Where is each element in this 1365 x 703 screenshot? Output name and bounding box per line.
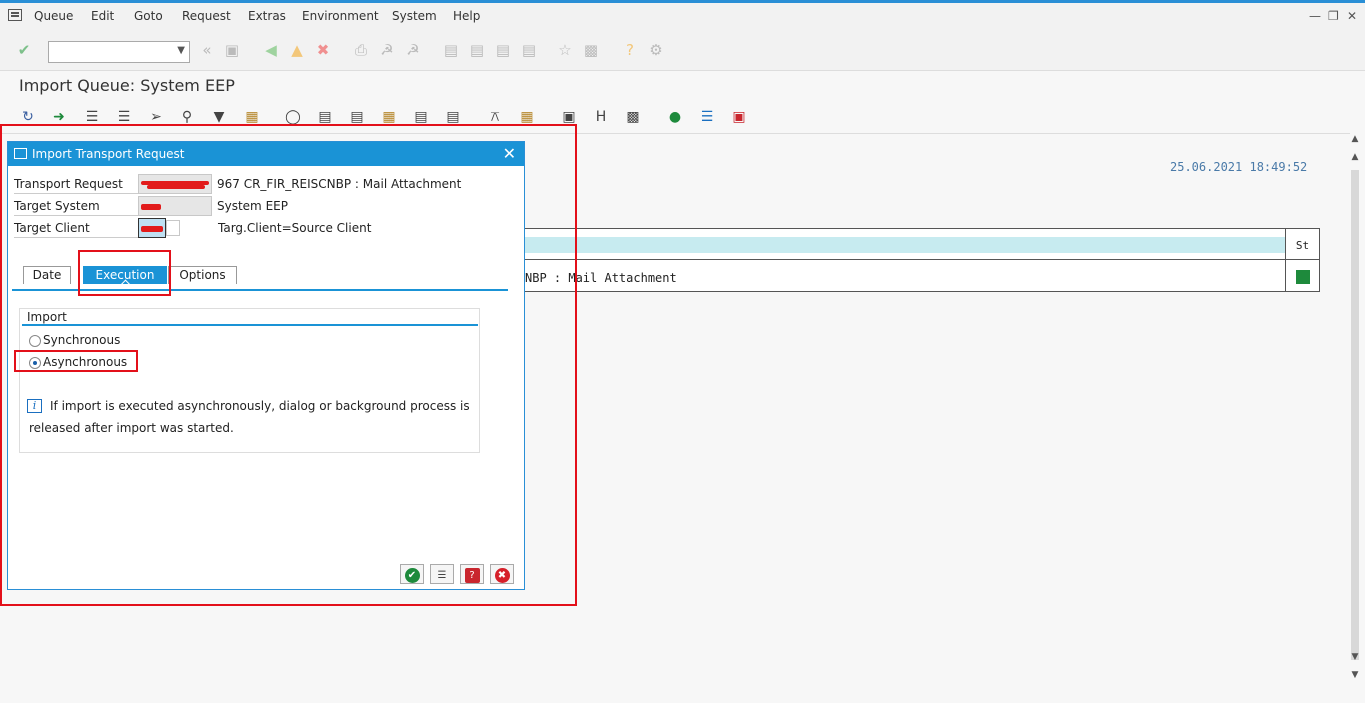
target-system-field[interactable]: [138, 196, 212, 216]
command-field[interactable]: ▼: [48, 41, 190, 63]
info-icon: i: [27, 399, 42, 413]
help-book-icon[interactable]: ▣: [730, 108, 748, 126]
schedule-button[interactable]: ☰: [430, 564, 454, 584]
menu-bar: Queue Edit Goto Request Extras Environme…: [0, 3, 1365, 29]
standard-toolbar: ✔ ▼ « ▣ ◀ ▲ ✖ ⎙ ☭ ☭ ▤ ▤ ▤ ▤ ☆ ▩ ? ⚙: [0, 29, 1365, 71]
save-icon[interactable]: ▣: [223, 41, 241, 59]
shortcut-icon[interactable]: ▩: [582, 41, 600, 59]
redaction-mark: [141, 204, 161, 210]
scrollbar-thumb[interactable]: [1351, 170, 1359, 660]
scroll-up-icon[interactable]: ▲: [1349, 134, 1361, 144]
maximize-icon[interactable]: ❐: [1328, 9, 1339, 23]
scroll-up-icon-2[interactable]: ▲: [1349, 152, 1361, 162]
transport-request-label: Transport Request: [14, 176, 142, 194]
menu-request[interactable]: Request: [182, 9, 231, 23]
import-group-title: Import: [27, 310, 67, 324]
status-cell: [1285, 259, 1319, 292]
transport-request-desc: 967 CR_FIR_REISCNBP : Mail Attachment: [217, 177, 462, 191]
highlight-execution-tab: [78, 250, 171, 296]
confirm-button[interactable]: ✔: [400, 564, 424, 584]
network-icon[interactable]: ▩: [624, 108, 642, 126]
tab-options[interactable]: Options: [168, 266, 237, 284]
find-next-icon[interactable]: ☭: [404, 41, 422, 59]
row-divider: [521, 259, 1319, 260]
dialog-title: Import Transport Request: [32, 147, 185, 161]
close-window-icon[interactable]: ✕: [1347, 9, 1357, 23]
transport-request-field[interactable]: [138, 174, 212, 194]
exit-icon[interactable]: ▲: [288, 41, 306, 59]
cancel-icon[interactable]: ✖: [314, 41, 332, 59]
info-text-line1: If import is executed asynchronously, di…: [50, 399, 470, 413]
target-client-desc: Targ.Client=Source Client: [218, 221, 372, 235]
menu-extras[interactable]: Extras: [248, 9, 286, 23]
scroll-down-icon-2[interactable]: ▼: [1349, 670, 1361, 680]
highlight-asynchronous-option: [14, 350, 138, 372]
cancel-icon: ✖: [494, 568, 510, 583]
menu-system-icon[interactable]: [8, 9, 22, 21]
cancel-button[interactable]: ✖: [490, 564, 514, 584]
close-icon[interactable]: ✕: [503, 144, 516, 163]
page-title: Import Queue: System EEP: [19, 76, 235, 95]
minimize-icon[interactable]: —: [1309, 9, 1321, 23]
target-client-field[interactable]: [138, 218, 166, 238]
enter-icon[interactable]: ✔: [15, 41, 33, 59]
value-help-icon[interactable]: [166, 220, 180, 236]
tab-date[interactable]: Date: [23, 266, 71, 284]
schedule-icon: ☰: [437, 570, 447, 581]
group-title-divider: [22, 324, 478, 326]
find-icon[interactable]: ☭: [378, 41, 396, 59]
last-page-icon[interactable]: ▤: [520, 41, 538, 59]
chevron-down-icon[interactable]: ▼: [177, 45, 185, 56]
menu-help[interactable]: Help: [453, 9, 480, 23]
status-ok-icon: [1296, 270, 1310, 284]
status-column-header: St: [1285, 229, 1319, 259]
queue-timestamp: 25.06.2021 18:49:52: [1170, 160, 1308, 174]
table-header: [521, 237, 1285, 253]
vertical-scrollbar[interactable]: ▲ ▲ ▼ ▼: [1349, 134, 1361, 682]
back-icon[interactable]: ◀: [262, 41, 280, 59]
dialog-titlebar: Import Transport Request ✕: [8, 142, 524, 166]
help-button[interactable]: ?: [460, 564, 484, 584]
print-icon[interactable]: ⎙: [352, 41, 370, 59]
menu-queue[interactable]: Queue: [34, 9, 73, 23]
user-icon[interactable]: ●: [666, 108, 684, 126]
settings-gear-icon[interactable]: ⚙: [647, 41, 665, 59]
help-book-icon: ?: [464, 568, 480, 583]
menu-system[interactable]: System: [392, 9, 437, 23]
synchronous-radio[interactable]: [29, 335, 41, 347]
history-icon[interactable]: H: [592, 108, 610, 126]
help-icon[interactable]: ?: [621, 41, 639, 59]
scroll-down-icon[interactable]: ▼: [1349, 652, 1361, 662]
next-page-icon[interactable]: ▤: [494, 41, 512, 59]
dialog-window-icon: [14, 148, 27, 159]
menu-environment[interactable]: Environment: [302, 9, 379, 23]
redaction-mark: [147, 185, 205, 189]
import-queue-table: St NBP : Mail Attachment: [520, 228, 1320, 292]
redaction-mark: [141, 226, 163, 232]
target-system-label: Target System: [14, 198, 142, 216]
menu-edit[interactable]: Edit: [91, 9, 114, 23]
target-system-desc: System EEP: [217, 199, 288, 213]
info-text-line2: released after import was started.: [29, 421, 234, 435]
target-client-label: Target Client: [14, 220, 142, 238]
back-double-icon[interactable]: «: [198, 41, 216, 59]
import-group: Import Synchronous Asynchronous i If imp…: [19, 308, 480, 453]
list-icon[interactable]: ☰: [698, 108, 716, 126]
checkmark-icon: ✔: [404, 568, 420, 583]
create-session-icon[interactable]: ☆: [556, 41, 574, 59]
synchronous-label[interactable]: Synchronous: [43, 333, 120, 347]
first-page-icon[interactable]: ▤: [442, 41, 460, 59]
menu-goto[interactable]: Goto: [134, 9, 163, 23]
previous-page-icon[interactable]: ▤: [468, 41, 486, 59]
